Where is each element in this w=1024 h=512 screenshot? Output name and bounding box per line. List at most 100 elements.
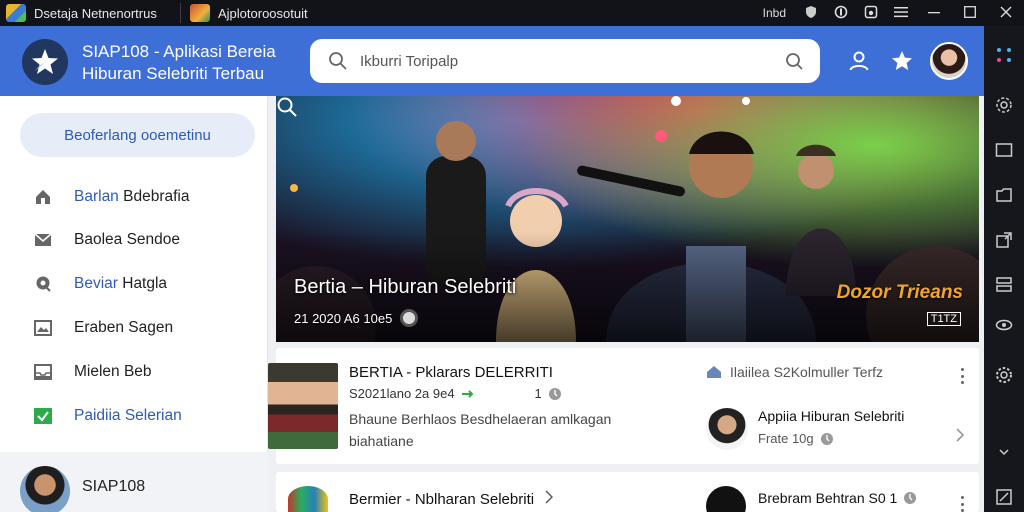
news-title: Bermier - Nblharan Selebriti — [349, 490, 554, 508]
inbox-icon — [34, 363, 52, 381]
more-options-icon[interactable] — [959, 368, 965, 384]
star-icon[interactable] — [889, 48, 915, 74]
settings-icon[interactable] — [995, 96, 1013, 114]
avatar — [706, 408, 748, 450]
sidebar-item-label: Baolea Sendoe — [74, 231, 181, 248]
location-icon — [34, 275, 52, 293]
sidebar-item-label: Eraben Sagen — [74, 319, 174, 336]
play-icon[interactable] — [400, 309, 419, 327]
right-toolbar — [984, 26, 1024, 512]
browser-tab-2[interactable]: Ajplotoroosotuit — [190, 0, 308, 26]
hero-title: Bertia – Hiburan Selebriti — [294, 276, 517, 298]
collapse-icon[interactable] — [995, 444, 1013, 462]
search-icon — [329, 52, 347, 70]
sidebar-item-home[interactable]: Barlan Bdebrafia — [34, 185, 189, 209]
home-icon — [34, 188, 52, 206]
window-controls: Inbd — [753, 0, 1024, 26]
news-excerpt-line1: Bhaune Berhlaos Besdhelaeran amlkagan — [349, 411, 612, 427]
app-icon — [190, 4, 210, 22]
sidebar-item-location[interactable]: Beviar Hatgla — [34, 272, 167, 296]
minimize-icon[interactable] — [916, 5, 952, 21]
news-title: BERTIA - Pklarars DELERRITI — [349, 364, 553, 381]
sidebar-item-inbox[interactable]: Mielen Beb — [34, 360, 152, 384]
news-excerpt-line2: biahatiane — [349, 433, 414, 449]
sidebar-user-name: SIAP108 — [82, 478, 146, 495]
menu-icon[interactable] — [886, 5, 916, 21]
star-logo-icon — [32, 49, 58, 74]
apps-grid-icon[interactable] — [995, 46, 1013, 64]
layers-icon[interactable] — [995, 276, 1013, 294]
app-logo[interactable] — [22, 39, 68, 85]
check-icon — [34, 407, 52, 425]
related-meta-label: Frate 10g — [758, 431, 814, 446]
sidebar-item-check[interactable]: Paidiia Selerian — [34, 404, 182, 428]
home-icon — [707, 366, 721, 378]
hero-banner[interactable]: Bertia – Hiburan Selebriti 21 2020 A6 10… — [276, 96, 979, 342]
sidebar-item-label: Paidiia Selerian — [74, 407, 182, 424]
related-title-text: Brebram Behtran S0 1 — [758, 490, 898, 506]
chevron-right-icon[interactable] — [955, 428, 965, 442]
shield-icon[interactable] — [796, 5, 826, 22]
tab-label: Ajplotoroosotuit — [218, 5, 308, 21]
eye-icon[interactable] — [995, 316, 1013, 334]
hero-image — [276, 96, 979, 342]
avatar — [706, 486, 746, 512]
mail-icon — [34, 231, 52, 249]
save-icon[interactable] — [856, 5, 886, 22]
sidebar-item-images[interactable]: Eraben Sagen — [34, 316, 173, 340]
user-icon[interactable] — [846, 48, 872, 74]
app-icon — [6, 4, 26, 22]
trend-icon — [461, 389, 473, 398]
image-icon — [34, 319, 52, 337]
window-titlebar: Dsetaja Netnenortrus Ajplotoroosotuit In… — [0, 0, 1024, 26]
sidebar-search-button[interactable]: Beoferlang ooemetinu — [20, 113, 255, 157]
search-submit-icon[interactable] — [784, 51, 804, 71]
avatar — [20, 466, 70, 512]
window-icon[interactable] — [995, 141, 1013, 159]
hero-date: 21 2020 A6 10e5 — [294, 310, 393, 326]
export-icon[interactable] — [995, 231, 1013, 249]
sidebar: Beoferlang ooemetinu Barlan Bdebrafia Ba… — [0, 96, 268, 512]
more-options-icon[interactable] — [959, 496, 965, 512]
hero-badge: T1TZ — [926, 312, 961, 326]
news-thumbnail — [288, 486, 328, 512]
news-thumbnail — [268, 363, 338, 449]
news-meta: S2021lano 2a 9e4 1 — [349, 386, 562, 401]
close-icon[interactable] — [988, 5, 1024, 21]
profile-avatar[interactable] — [930, 42, 968, 80]
maximize-icon[interactable] — [952, 5, 988, 21]
related-source: Ilaiilea S2Kolmuller Terfz — [706, 364, 883, 380]
sidebar-item-label: Mielen Beb — [74, 363, 152, 380]
sidebar-item-label-rest: Hatgla — [117, 275, 168, 292]
panel-icon[interactable] — [995, 488, 1013, 506]
news-excerpt: Bhaune Berhlaos Besdhelaeran amlkagan bi… — [349, 408, 611, 452]
related-title: Brebram Behtran S0 1 — [758, 490, 917, 506]
news-card[interactable]: Bermier - Nblharan Selebriti Brebram Beh… — [276, 472, 979, 512]
news-card[interactable]: BERTIA - Pklarars DELERRITI S2021lano 2a… — [268, 348, 979, 464]
news-date: S2021lano 2a 9e4 — [349, 386, 455, 401]
search-bar[interactable]: Ikburri Toripalp — [310, 39, 820, 83]
sidebar-item-label: Barlan — [74, 188, 119, 205]
search-input[interactable]: Ikburri Toripalp — [360, 53, 784, 70]
hero-brand: Dozor Trieans — [836, 282, 963, 303]
gear-icon[interactable] — [995, 366, 1013, 384]
related-source-label: Ilaiilea S2Kolmuller Terfz — [730, 364, 884, 380]
sidebar-item-label-rest: Bdebrafia — [118, 188, 190, 205]
vpn-icon[interactable] — [826, 5, 856, 22]
app-title-line2: Hiburan Selebriti Terbau — [82, 64, 265, 83]
news-count: 1 — [534, 386, 542, 401]
tab-label: Dsetaja Netnenortrus — [34, 5, 157, 21]
folder-icon[interactable] — [995, 186, 1013, 204]
tab-divider — [180, 3, 181, 23]
sidebar-item-mail[interactable]: Baolea Sendoe — [34, 228, 180, 252]
app-title-line1: SIAP108 - Aplikasi Bereia — [82, 42, 276, 61]
window-label: Inbd — [762, 6, 786, 20]
browser-tab-1[interactable]: Dsetaja Netnenortrus — [6, 0, 157, 26]
sidebar-user-card[interactable]: SIAP108 — [0, 452, 268, 512]
sidebar-item-label: Beviar — [74, 275, 118, 292]
main-content: Bertia – Hiburan Selebriti 21 2020 A6 10… — [268, 96, 984, 512]
hero-search-icon[interactable] — [276, 96, 298, 118]
related-title: Appiia Hiburan Selebriti — [758, 408, 905, 424]
news-title-text: Bermier - Nblharan Selebriti — [349, 491, 535, 508]
clock-icon — [820, 432, 833, 445]
